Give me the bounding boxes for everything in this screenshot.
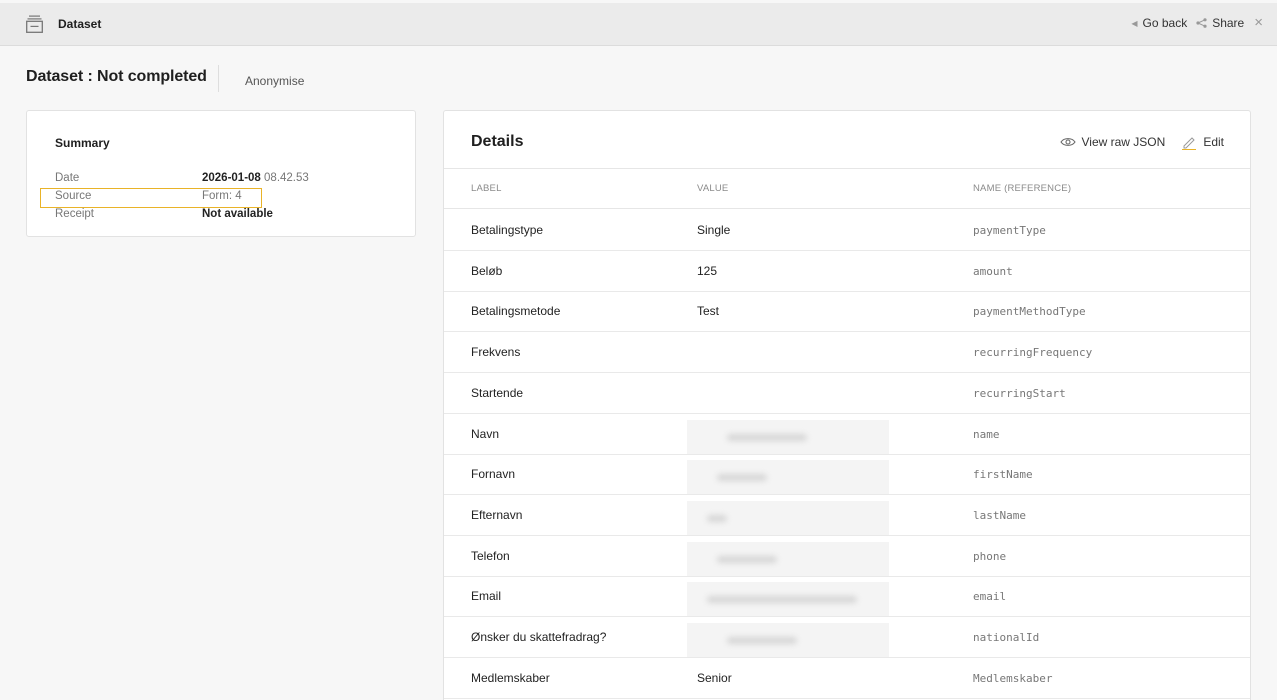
summary-value: Not available [202,208,273,220]
row-reference: email [973,590,1007,604]
row-reference: firstName [973,468,1033,482]
row-label: Navn [471,426,500,441]
redacted-value [687,500,889,535]
summary-key: Source [55,190,92,202]
row-label: Betalingsmetode [471,304,561,319]
redacted-value [687,419,889,454]
table-row: Navn name [444,414,1250,455]
table-row: Fornavn firstName [444,454,1250,496]
row-label: Beløb [471,263,503,278]
summary-key: Receipt [55,208,94,220]
row-reference: phone [973,549,1007,563]
summary-card: Summary Date 2026-01-08 08.42.53 Source … [26,110,416,237]
table-row: Telefon phone [444,536,1250,577]
dataset-icon [26,15,43,33]
summary-value: 2026-01-08 08.42.53 [202,172,309,185]
row-reference: paymentMethodType [973,305,1086,319]
redacted-value [687,582,889,617]
row-reference: recurringFrequency [973,346,1093,360]
row-reference: lastName [973,508,1026,522]
redacted-value [687,623,889,657]
view-raw-json-button[interactable]: View raw JSON [1059,135,1166,149]
table-row: Startende recurringStart [444,373,1250,414]
pencil-icon [1181,134,1203,150]
row-label: Ønsker du skattefradrag? [471,630,607,644]
table-row: Ønsker du skattefradrag? nationalId [444,617,1250,658]
table-header: LABEL VALUE NAME (REFERENCE) [444,169,1250,209]
row-reference: name [973,427,1000,441]
header-divider [218,65,219,92]
eye-icon [1059,137,1082,147]
close-icon[interactable]: × [1254,15,1263,30]
details-header: Details View raw JSON Edit [444,111,1250,169]
summary-title: Summary [55,136,110,150]
view-raw-json-label: View raw JSON [1081,135,1166,149]
row-reference: Medlemskaber [973,671,1053,685]
details-card: Details View raw JSON Edit LABEL VALUE N… [443,110,1251,700]
page-title: Dataset : Not completed [26,68,207,85]
row-label: Betalingstype [471,223,544,237]
summary-value: Form: 4 [202,190,242,202]
row-reference: nationalId [973,631,1040,644]
table-row: Betalingsmetode Test paymentMethodType [444,291,1250,333]
share-icon [1196,18,1207,28]
column-header-reference: NAME (REFERENCE) [973,183,1072,194]
date-value: 2026-01-08 [202,172,261,184]
row-reference: recurringStart [973,386,1066,400]
time-value: 08.42.53 [264,172,309,184]
row-label: Frekvens [471,345,521,360]
column-header-value: VALUE [697,183,729,194]
row-label: Email [471,589,502,604]
row-reference: amount [973,264,1013,278]
table-row: Betalingstype Single paymentType [444,210,1250,251]
table-row: Email email [444,576,1250,618]
window-title: Dataset [58,17,102,31]
row-reference: paymentType [973,224,1046,237]
row-label: Medlemskaber [471,670,550,685]
summary-key: Date [55,172,80,184]
details-title: Details [471,133,524,150]
row-value: Single [697,223,731,237]
row-value: 125 [697,263,718,278]
table-row: Medlemskaber Senior Medlemskaber [444,658,1250,699]
anonymise-button[interactable]: Anonymise [245,74,304,88]
row-label: Telefon [471,548,510,563]
go-back-button[interactable]: ◀ Go back [1131,16,1187,30]
edit-button[interactable]: Edit [1181,134,1224,150]
top-bar: Dataset ◀ Go back Share × [0,3,1277,46]
column-header-label: LABEL [471,183,502,194]
share-button[interactable]: Share [1196,16,1244,30]
redacted-value [687,460,889,495]
row-label: Startende [471,385,524,400]
row-value: Senior [697,670,732,685]
row-value: Test [697,304,720,319]
table-row: Frekvens recurringFrequency [444,332,1250,374]
table-row: Beløb 125 amount [444,251,1250,292]
table-row: Efternavn lastName [444,495,1250,536]
row-label: Efternavn [471,507,523,522]
edit-label: Edit [1203,135,1224,149]
go-back-label: Go back [1142,16,1188,30]
caret-left-icon: ◀ [1131,18,1138,28]
share-label: Share [1212,16,1245,30]
redacted-value [687,541,889,576]
row-label: Fornavn [471,467,516,482]
